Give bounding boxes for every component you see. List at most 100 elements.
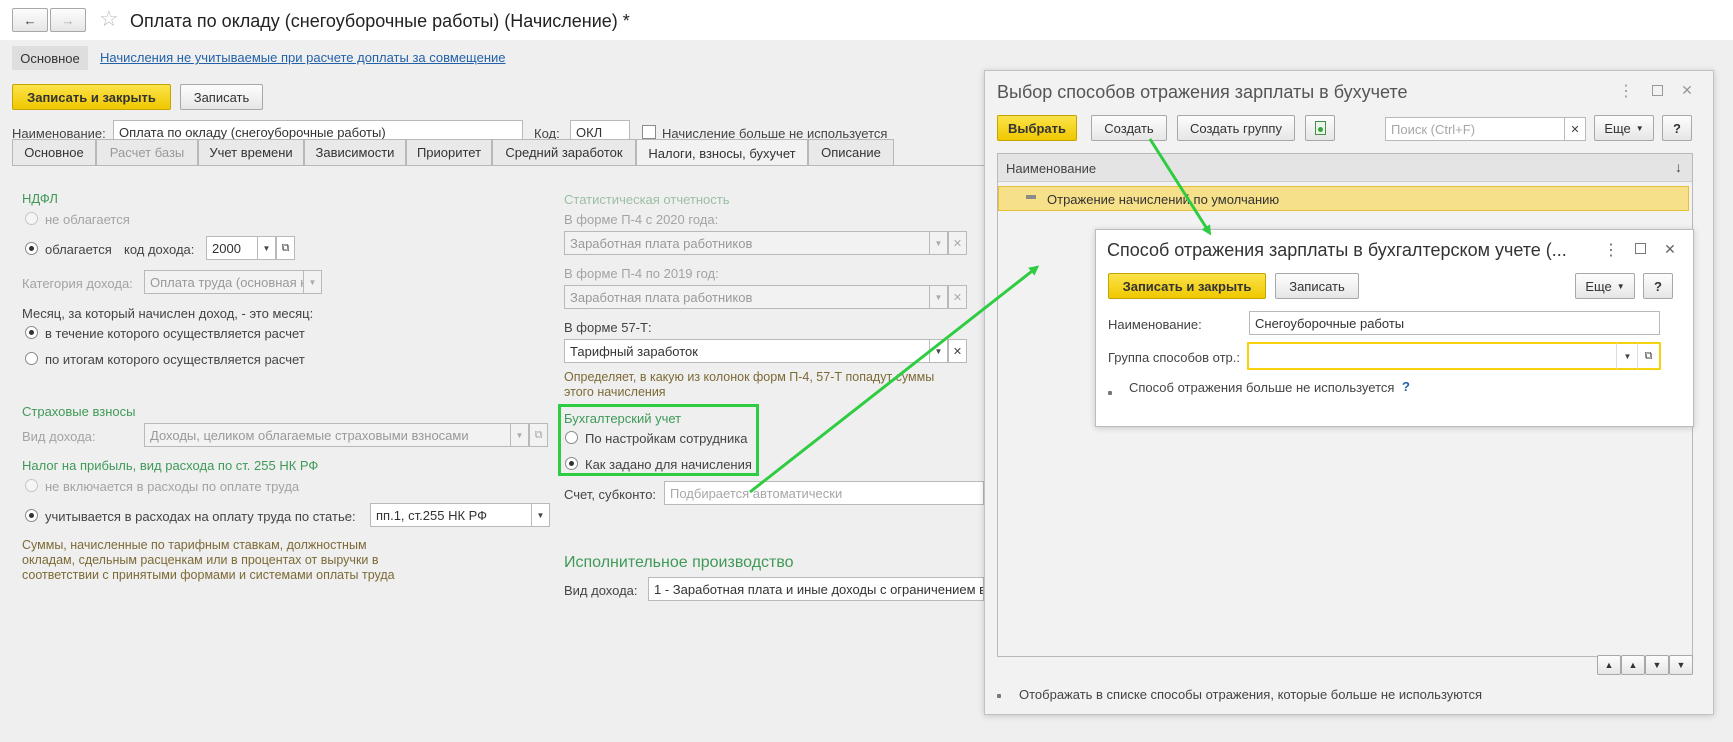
tab-main[interactable]: Основное <box>12 139 96 165</box>
f57-clear[interactable]: ✕ <box>948 339 967 363</box>
p4-2019-input[interactable]: Заработная плата работников <box>564 285 930 309</box>
method-group-label: Группа способов отр.: <box>1108 350 1241 365</box>
more-label: Еще <box>1585 278 1612 294</box>
save-button[interactable]: Записать <box>180 84 263 110</box>
radio-included[interactable] <box>25 509 38 522</box>
method-help-button[interactable]: ? <box>1643 273 1673 299</box>
tab-dependencies[interactable]: Зависимости <box>304 139 406 165</box>
method-group-dropdown[interactable]: ▼ <box>1616 342 1638 370</box>
tab-priority[interactable]: Приоритет <box>406 139 492 165</box>
enforcement-income-input[interactable]: 1 - Заработная плата и иные доходы с огр… <box>648 577 984 601</box>
tab-taxes[interactable]: Налоги, взносы, бухучет <box>636 139 808 166</box>
item-marker-icon <box>1026 195 1036 199</box>
income-category-input[interactable]: Оплата труда (основная н <box>144 270 304 294</box>
p4-2019-label: В форме П-4 по 2019 год: <box>564 266 719 281</box>
close-icon[interactable]: ✕ <box>1661 240 1679 258</box>
radio-month-result[interactable] <box>25 352 38 365</box>
column-header-name[interactable]: Наименование <box>1006 161 1096 176</box>
statistics-title: Статистическая отчетность <box>564 192 730 207</box>
chevron-down-icon: ▼ <box>1623 351 1632 361</box>
income-code-open-button[interactable]: ⧉ <box>276 236 295 260</box>
scroll-bottom-button[interactable]: ▼ <box>1669 655 1693 675</box>
article-dropdown[interactable]: ▼ <box>531 503 550 527</box>
enforcement-income-label: Вид дохода: <box>564 583 638 598</box>
method-group-open-button[interactable]: ⧉ <box>1637 342 1661 370</box>
insurance-income-open-button[interactable]: ⧉ <box>529 423 548 447</box>
income-code-input[interactable]: 2000 <box>206 236 258 260</box>
f57-dropdown[interactable]: ▼ <box>929 339 948 363</box>
tab-description[interactable]: Описание <box>808 139 894 165</box>
arrow-right-icon: → <box>61 12 75 28</box>
method-window-title: Способ отражения зарплаты в бухгалтерско… <box>1107 240 1567 260</box>
f57-input[interactable]: Тарифный заработок <box>564 339 930 363</box>
scroll-down-icon: ▼ <box>1652 660 1662 670</box>
insurance-income-dropdown[interactable]: ▼ <box>510 423 529 447</box>
method-group-input[interactable] <box>1247 342 1617 370</box>
radio-taxed[interactable] <box>25 242 38 255</box>
star-favorite-icon[interactable]: ☆ <box>99 6 119 32</box>
insurance-income-input[interactable]: Доходы, целиком облагаемые страховыми вз… <box>144 423 511 447</box>
excel-export-button[interactable] <box>1305 115 1335 141</box>
search-clear-button[interactable]: ✕ <box>1564 117 1586 141</box>
scroll-down-button[interactable]: ▼ <box>1645 655 1669 675</box>
more-button[interactable]: Еще ▼ <box>1594 115 1654 141</box>
more-vertical-icon[interactable]: ⋮ <box>1618 82 1634 100</box>
tab-time[interactable]: Учет времени <box>198 139 304 165</box>
chevron-down-icon: ▼ <box>1616 281 1625 291</box>
method-save-button[interactable]: Записать <box>1275 273 1359 299</box>
scroll-top-icon: ▲ <box>1604 660 1614 670</box>
scroll-top-button[interactable]: ▲ <box>1597 655 1621 675</box>
ndfl-title: НДФЛ <box>22 191 58 206</box>
method-not-used-checkbox[interactable] <box>1108 391 1112 395</box>
profit-tax-title: Налог на прибыль, вид расхода по ст. 255… <box>22 458 319 473</box>
p4-2020-input[interactable]: Заработная плата работников <box>564 231 930 255</box>
radio-not-included[interactable] <box>25 479 38 492</box>
back-button[interactable]: ← <box>12 8 48 32</box>
close-icon: ✕ <box>1570 123 1580 136</box>
radio-month-current[interactable] <box>25 326 38 339</box>
p4-2020-dropdown[interactable]: ▼ <box>929 231 948 255</box>
nav-link-combination[interactable]: Начисления не учитываемые при расчете до… <box>100 50 506 65</box>
chevron-down-icon: ▼ <box>1635 123 1644 133</box>
select-button[interactable]: Выбрать <box>997 115 1077 141</box>
not-used-checkbox[interactable] <box>642 125 656 139</box>
method-name-input[interactable]: Снегоуборочные работы <box>1249 311 1660 335</box>
scroll-up-button[interactable]: ▲ <box>1621 655 1645 675</box>
open-window-icon: ⧉ <box>534 428 543 441</box>
close-icon: ✕ <box>952 237 963 250</box>
radio-by-employee[interactable] <box>565 431 578 444</box>
maximize-icon[interactable] <box>1652 85 1663 96</box>
article-input[interactable]: пп.1, ст.255 НК РФ <box>370 503 532 527</box>
method-more-button[interactable]: Еще ▼ <box>1575 273 1635 299</box>
create-button[interactable]: Создать <box>1091 115 1167 141</box>
method-save-close-button[interactable]: Записать и закрыть <box>1108 273 1266 299</box>
radio-not-taxed[interactable] <box>25 212 38 225</box>
close-icon[interactable]: ✕ <box>1678 81 1696 99</box>
forward-button[interactable]: → <box>50 8 86 32</box>
income-code-dropdown[interactable]: ▼ <box>257 236 276 260</box>
account-input[interactable]: Подбирается автоматически <box>664 481 984 505</box>
insurance-income-label: Вид дохода: <box>22 429 96 444</box>
radio-as-set[interactable] <box>565 457 578 470</box>
save-and-close-button[interactable]: Записать и закрыть <box>12 84 171 110</box>
more-vertical-icon[interactable]: ⋮ <box>1603 241 1619 259</box>
method-not-used-help[interactable]: ? <box>1402 379 1410 394</box>
help-button[interactable]: ? <box>1662 115 1692 141</box>
income-category-label: Категория дохода: <box>22 276 133 291</box>
create-group-button[interactable]: Создать группу <box>1177 115 1295 141</box>
p4-2019-dropdown[interactable]: ▼ <box>929 285 948 309</box>
by-employee-label: По настройкам сотрудника <box>585 431 748 446</box>
search-input[interactable]: Поиск (Ctrl+F) <box>1385 117 1565 141</box>
sort-icon[interactable]: ↓ <box>1675 159 1682 175</box>
p4-2020-clear[interactable]: ✕ <box>948 231 967 255</box>
tab-base-calc[interactable]: Расчет базы <box>96 139 198 165</box>
income-code-label: код дохода: <box>124 242 195 257</box>
nav-tab-main[interactable]: Основное <box>12 46 88 70</box>
show-unused-checkbox[interactable] <box>997 694 1001 698</box>
tab-average-earnings[interactable]: Средний заработок <box>492 139 636 165</box>
maximize-icon[interactable] <box>1635 243 1646 254</box>
p4-2019-clear[interactable]: ✕ <box>948 285 967 309</box>
main-form-title: Оплата по окладу (снегоуборочные работы)… <box>130 11 630 31</box>
open-window-icon: ⧉ <box>1644 349 1653 362</box>
income-category-dropdown[interactable]: ▼ <box>303 270 322 294</box>
